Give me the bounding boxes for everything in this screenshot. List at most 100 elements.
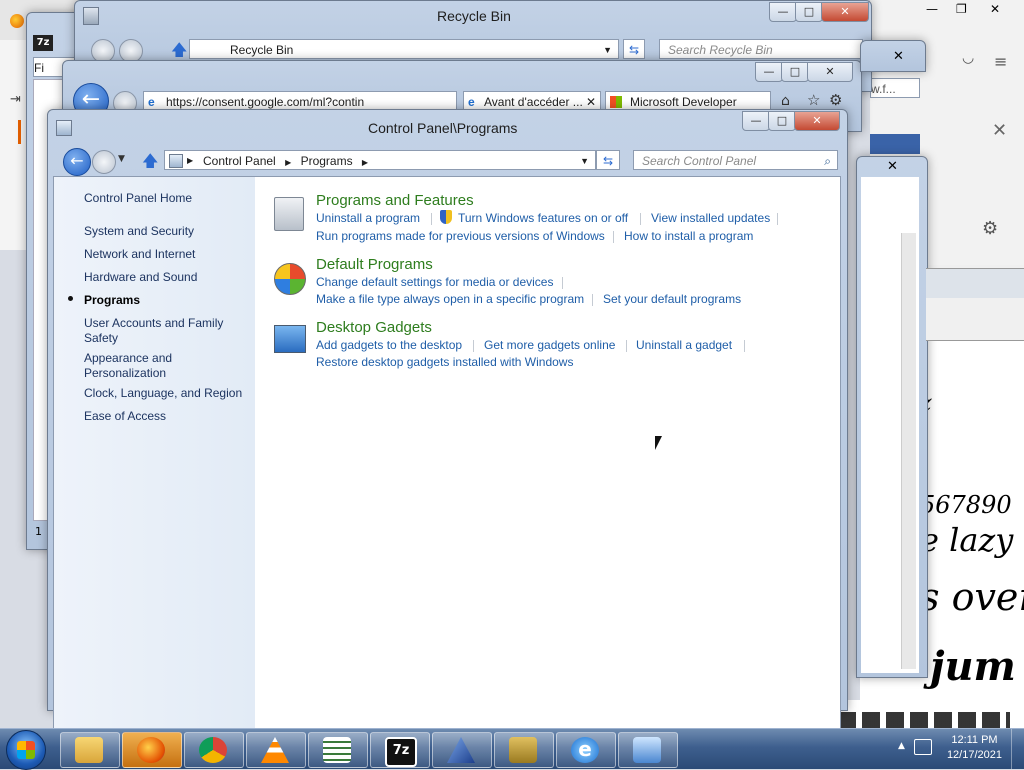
sidebar-item-appearance[interactable]: Appearance and Personalization (84, 351, 214, 381)
search-input[interactable]: Search Control Panel ⌕ (633, 150, 838, 170)
maximize-button[interactable]: □ (795, 2, 823, 22)
desktop-gadgets-icon[interactable] (274, 325, 306, 353)
tab-avant[interactable]: e Avant d'accéder ... ✕ (463, 91, 601, 111)
desktop-gadgets-icon (633, 737, 661, 763)
scrollbar[interactable] (901, 233, 916, 669)
sidebar-item-hardware[interactable]: Hardware and Sound (84, 270, 197, 285)
recent-pages-dropdown-icon[interactable]: ▼ (118, 154, 125, 164)
close-button[interactable]: ✕ (794, 111, 840, 131)
sidebar: Control Panel Home System and Security N… (54, 177, 255, 765)
breadcrumb-control-panel[interactable]: Control Panel (203, 154, 276, 168)
sidebar-item-programs[interactable]: Programs (84, 293, 140, 308)
minimize-button[interactable]: — (742, 111, 770, 131)
uac-shield-icon (440, 210, 452, 224)
minimize-button[interactable]: — (755, 62, 783, 82)
refresh-button[interactable]: ⇆ (623, 39, 645, 59)
search-icon[interactable]: ⌕ (824, 151, 831, 169)
minimize-icon[interactable]: — (926, 2, 938, 16)
browser-side-url[interactable]: w.f... (870, 78, 920, 98)
explorer-icon (75, 737, 103, 763)
taskbar-notepad[interactable] (308, 732, 368, 768)
sidebar-control-panel-home[interactable]: Control Panel Home (84, 191, 192, 206)
maximize-button[interactable]: □ (781, 62, 809, 82)
favorites-star-icon[interactable]: ☆ (807, 91, 820, 109)
link-get-more-gadgets[interactable]: Get more gadgets online (484, 338, 615, 352)
taskbar-firefox[interactable] (122, 732, 182, 768)
font-viewer-window: ✕ (856, 156, 928, 678)
gear-icon[interactable]: ⚙ (829, 91, 842, 109)
sidebar-item-user-accounts[interactable]: User Accounts and Family Safety (84, 316, 234, 346)
dropdown-arrow-icon[interactable]: ▼ (580, 151, 589, 169)
font-sample-line: s over (920, 575, 1024, 619)
category-programs-features[interactable]: Programs and Features (316, 192, 474, 209)
sign-in-icon[interactable]: ⇥ (10, 92, 21, 107)
system-clock[interactable]: 12:11 PM 12/17/2021 (947, 733, 1002, 763)
search-input[interactable]: Search Recycle Bin (659, 39, 863, 59)
tab-microsoft-developer[interactable]: Microsoft Developer (605, 91, 771, 111)
close-icon[interactable]: ✕ (992, 120, 1007, 141)
show-desktop-button[interactable] (1011, 729, 1024, 769)
show-hidden-icons-arrow[interactable]: ▲ (898, 741, 905, 751)
sidebar-item-network[interactable]: Network and Internet (84, 247, 195, 262)
pocket-icon[interactable]: ◡ (962, 50, 982, 70)
up-arrow-icon[interactable]: 🡅 (142, 150, 158, 177)
link-set-default-programs[interactable]: Set your default programs (603, 292, 741, 306)
hamburger-menu-icon[interactable]: ≡ (994, 52, 1007, 71)
taskbar-7zip[interactable]: 7z (370, 732, 430, 768)
sidebar-item-clock-language[interactable]: Clock, Language, and Region (84, 386, 242, 401)
link-uninstall-gadget[interactable]: Uninstall a gadget (636, 338, 732, 352)
category-desktop-gadgets[interactable]: Desktop Gadgets (316, 319, 432, 336)
gear-icon[interactable]: ⚙ (982, 218, 998, 239)
maximize-button[interactable]: □ (768, 111, 796, 131)
network-icon[interactable] (914, 739, 932, 755)
close-button[interactable]: ✕ (807, 62, 853, 82)
firefox-icon (10, 14, 24, 28)
refresh-button[interactable]: ⇆ (596, 150, 620, 170)
dropdown-arrow-icon[interactable]: ▼ (603, 40, 612, 58)
address-bar[interactable]: Recycle Bin ▼ (189, 39, 619, 59)
url-text[interactable]: https://consent.google.com/ml?contin (166, 95, 364, 109)
home-icon[interactable]: ⌂ (781, 93, 790, 109)
taskbar-desktop-gadgets[interactable] (618, 732, 678, 768)
control-panel-content: Control Panel Home System and Security N… (53, 176, 841, 766)
taskbar-inkscape[interactable] (432, 732, 492, 768)
inkscape-icon (447, 737, 475, 763)
start-button[interactable] (6, 730, 46, 770)
back-button[interactable]: ← (63, 148, 91, 176)
link-restore-gadgets[interactable]: Restore desktop gadgets installed with W… (316, 355, 573, 369)
link-default-media-settings[interactable]: Change default settings for media or dev… (316, 275, 553, 289)
close-button[interactable]: ✕ (821, 2, 869, 22)
taskbar-vlc[interactable] (246, 732, 306, 768)
close-icon[interactable]: ✕ (990, 2, 1000, 16)
close-icon[interactable]: ✕ (887, 159, 898, 174)
breadcrumb-programs[interactable]: Programs (301, 154, 353, 168)
close-icon[interactable]: ✕ (893, 49, 904, 64)
default-programs-icon[interactable] (274, 263, 306, 295)
link-installed-updates[interactable]: View installed updates (651, 211, 770, 225)
sidebar-item-system-security[interactable]: System and Security (84, 224, 194, 239)
vlc-icon (261, 737, 289, 763)
link-uninstall-program[interactable]: Uninstall a program (316, 211, 420, 225)
link-how-to-install[interactable]: How to install a program (624, 229, 753, 243)
link-file-type-association[interactable]: Make a file type always open in a specif… (316, 292, 584, 306)
minimize-button[interactable]: — (769, 2, 797, 22)
link-windows-features[interactable]: Turn Windows features on or off (458, 211, 628, 225)
taskbar-explorer[interactable] (60, 732, 120, 768)
windows-logo-icon (17, 741, 35, 759)
url-bar[interactable]: e https://consent.google.com/ml?contin (143, 91, 457, 111)
taskbar-control-panel[interactable] (494, 732, 554, 768)
sidebar-item-ease-of-access[interactable]: Ease of Access (84, 409, 166, 424)
breadcrumb-item[interactable]: Recycle Bin (230, 43, 293, 57)
link-previous-versions[interactable]: Run programs made for previous versions … (316, 229, 605, 243)
link-add-gadgets[interactable]: Add gadgets to the desktop (316, 338, 462, 352)
forward-button[interactable] (92, 150, 116, 174)
recycle-bin-icon (83, 7, 99, 25)
programs-features-icon[interactable] (274, 197, 304, 231)
control-panel-icon (169, 154, 183, 168)
restore-icon[interactable]: ❐ (956, 2, 967, 16)
category-default-programs[interactable]: Default Programs (316, 256, 433, 273)
top-right-window-controls: — ❐ ✕ (910, 0, 1024, 20)
taskbar-internet-explorer[interactable]: e (556, 732, 616, 768)
address-bar[interactable]: ▶ Control Panel ▶ Programs ▶ ▼ (164, 150, 596, 170)
taskbar-chrome[interactable] (184, 732, 244, 768)
